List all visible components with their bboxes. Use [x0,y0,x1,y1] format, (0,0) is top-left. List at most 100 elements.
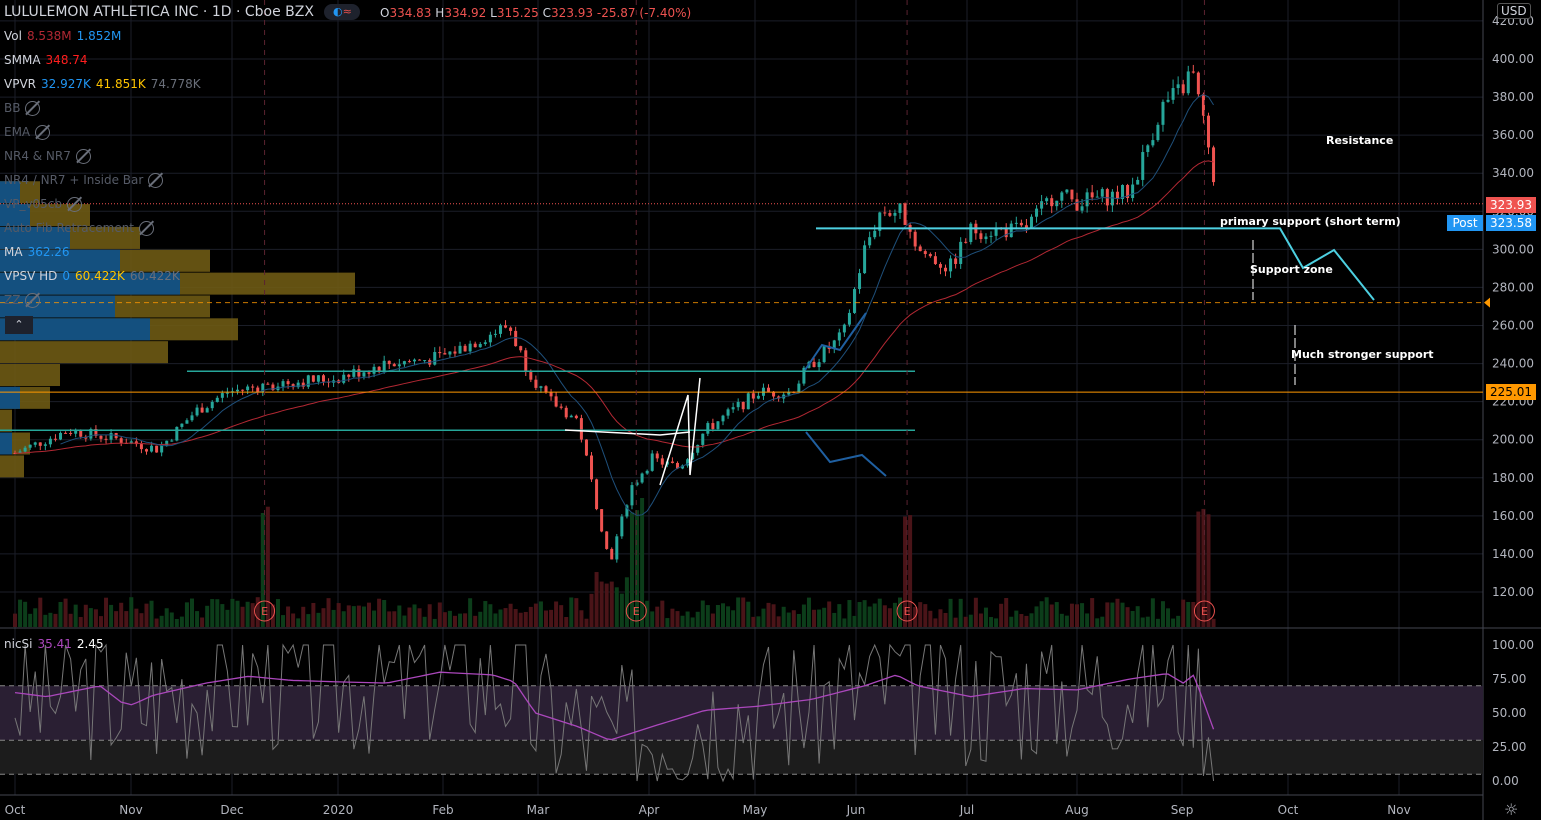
candle-body [903,203,907,225]
y-tick-label: 160.00 [1492,509,1534,523]
eye-off-icon[interactable] [25,293,41,308]
volume-bar [1140,617,1145,627]
volume-bar [938,609,943,627]
legend-vpvr[interactable]: VPVR 32.927K 41.851K 74.778K [4,77,206,91]
annotation-primary-support[interactable]: primary support (short term) [1220,215,1401,228]
volume-bar [1009,616,1014,627]
volume-bar [311,602,316,627]
volume-bar [190,598,194,627]
volume-bar [574,598,579,627]
legend-smma[interactable]: SMMA 348.74 [4,53,93,67]
legend-vol[interactable]: Vol 8.538M 1.852M [4,29,126,43]
annotation-support-zone[interactable]: Support zone [1250,263,1333,276]
level-marker-icon [1484,297,1490,308]
volume-bar [518,612,523,627]
eye-off-icon[interactable] [35,125,51,140]
volume-bar [432,618,437,627]
volume-bar [230,598,235,627]
candle-body [1115,191,1119,200]
collapse-legend-button[interactable]: ⌃ [5,316,33,334]
legend-vp-v05cb[interactable]: VP_v05cb [4,197,87,212]
eye-off-icon[interactable] [139,221,155,236]
y-tick-label: 280.00 [1492,280,1534,294]
legend-vpsv-hd[interactable]: VPSV HD 0 60.422K 60.422K [4,269,185,283]
volume-bar [822,607,827,627]
candle-body [225,392,229,394]
volume-bar [523,611,528,627]
osc-band-lower [0,740,1483,775]
legend-auto-fib-retracement[interactable]: Auto Fib Retracement [4,221,159,236]
eye-off-icon[interactable] [67,197,83,212]
volume-bar [832,612,837,627]
volume-bar [412,604,417,627]
candle-body [453,351,457,354]
volume-bar [38,597,43,627]
annotation-stronger-support[interactable]: Much stronger support [1291,348,1434,361]
candle-body [539,386,543,388]
candle-body [802,367,806,384]
volume-bar [771,604,776,627]
candle-body [1146,145,1150,153]
volume-bar [1150,598,1155,627]
volume-bar [756,616,761,627]
volume-bar [715,604,720,627]
volume-bar [538,601,543,627]
interval[interactable]: 1D [212,4,232,20]
y-tick-label: 140.00 [1492,547,1534,561]
y-tick-label: 400.00 [1492,52,1534,66]
volume-bar [1100,616,1105,627]
volume-bar [73,604,78,627]
ohlc-values: O334.83 H334.92 L315.25 C323.93 -25.87 (… [380,6,692,20]
candle-body [357,369,361,377]
eye-off-icon[interactable] [25,101,41,116]
volume-bar [195,611,200,627]
settings-icon[interactable]: ☼ [1504,800,1518,819]
eye-off-icon[interactable] [75,149,91,164]
annotation-resistance[interactable]: Resistance [1326,134,1393,147]
volume-bar [210,599,215,627]
volume-bar [918,602,923,627]
candle-body [139,444,143,450]
legend-bb[interactable]: BB [4,101,45,116]
volume-bar [989,617,994,627]
volume-bar [579,610,584,627]
volume-bar [1145,616,1150,627]
volume-bar [1125,607,1130,627]
volume-profile-sell [0,341,168,364]
candle-body [1191,71,1195,73]
volume-bar [1019,614,1024,627]
legend-nr4-nr7-inside-bar[interactable]: NR4 / NR7 + Inside Bar [4,173,168,188]
candle-body [1186,71,1190,94]
legend-ema[interactable]: EMA [4,125,55,140]
market-status-icon[interactable]: ◐≈ [324,4,361,20]
volume-bar [336,603,341,627]
volume-bar [604,583,609,627]
volume-bar [1155,618,1160,627]
osc-tick-label: 0.00 [1492,774,1519,788]
volume-bar [488,604,493,627]
candle-body [655,453,659,459]
y-tick-label: 180.00 [1492,471,1534,485]
candle-body [1100,189,1104,197]
candle-body [569,415,573,418]
volume-bar [781,606,786,627]
candle-body [574,415,578,419]
volume-bar [164,608,169,627]
price-chart[interactable]: Oct Nov Dec 2020 Feb Mar Apr May Jun Jul Aug Sep Oct… [0,0,1541,820]
volume-bar [726,606,731,627]
volume-bar [695,611,700,627]
candle-body [236,389,240,392]
volume-bar [1044,597,1049,627]
legend-nr4-nr7[interactable]: NR4 & NR7 [4,149,96,164]
volume-bar [1054,602,1059,627]
volume-bar [1135,606,1140,627]
volume-bar [882,605,887,627]
volume-bar [1064,615,1069,627]
legend-ma[interactable]: MA 362.26 [4,245,75,259]
candle-body [620,516,624,537]
legend-value: 74.778K [150,77,201,91]
volume-bar [933,618,938,627]
legend-zz[interactable]: ZZ [4,293,45,308]
currency-button[interactable]: USD [1497,3,1531,19]
eye-off-icon[interactable] [148,173,164,188]
